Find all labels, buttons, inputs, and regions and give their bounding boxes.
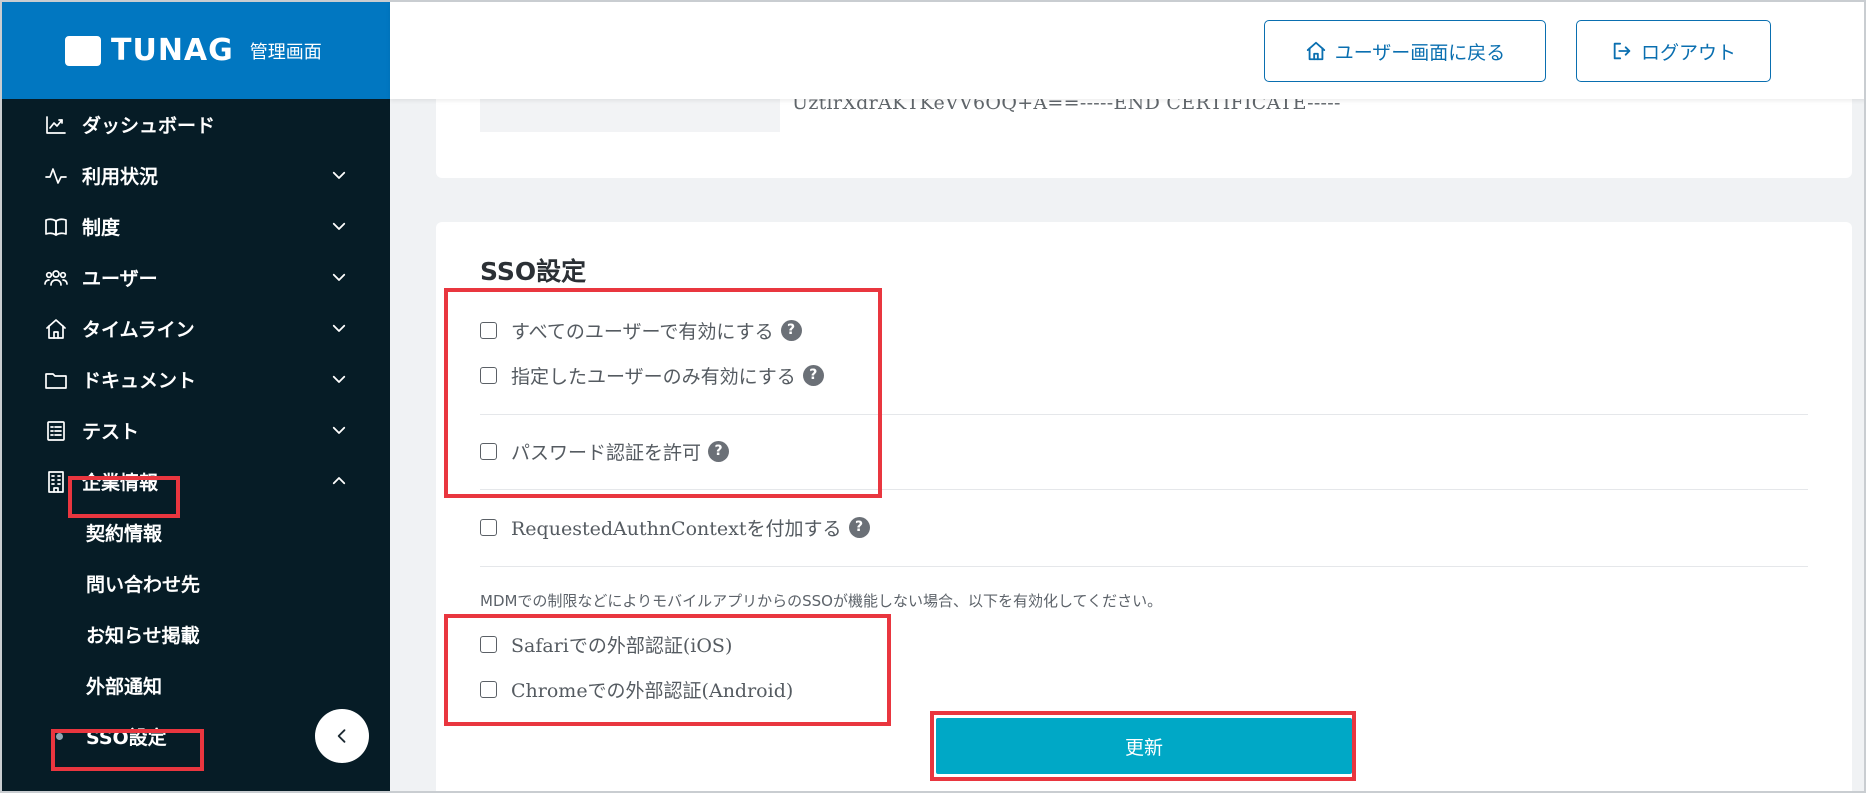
folder-icon [44, 368, 68, 392]
sidebar-item-label: 利用状況 [82, 166, 159, 188]
back-to-user-screen-button[interactable]: ユーザー画面に戻る [1264, 20, 1546, 82]
help-icon[interactable]: ? [848, 516, 870, 538]
home-icon [1306, 41, 1325, 61]
chevron-left-icon [337, 729, 346, 743]
chevron-down-icon[interactable] [330, 166, 348, 184]
book-icon [44, 215, 68, 239]
sidebar-item-company-info[interactable]: 企業情報 [2, 456, 390, 507]
brand-name: TUNAG [111, 33, 234, 68]
sidebar-item-dashboard[interactable]: ダッシュボード [2, 99, 390, 150]
sidebar-item-documents[interactable]: ドキュメント [2, 354, 390, 405]
sidebar-item-label: 制度 [82, 217, 121, 239]
sidebar-subitem-label: 契約情報 [86, 523, 163, 545]
highlight-update-button [930, 711, 1356, 781]
sidebar-subitem-external-notice[interactable]: 外部通知 [2, 660, 390, 711]
certificate-label-cell [480, 99, 780, 132]
sidebar: TUNAG 管理画面 ダッシュボード 利用状況 制度 ユーザー タイムライン ド… [2, 2, 390, 791]
sidebar-subitem-label: お知らせ掲載 [86, 625, 200, 647]
divider [480, 566, 1808, 567]
home-icon [44, 317, 68, 341]
sidebar-subitem-contract[interactable]: 契約情報 [2, 507, 390, 558]
building-icon [44, 470, 68, 494]
pulse-icon [44, 164, 68, 188]
highlight-sso-options [444, 288, 882, 498]
brand-subtitle: 管理画面 [249, 41, 322, 63]
logout-button[interactable]: ログアウト [1576, 20, 1771, 82]
sidebar-nav: ダッシュボード 利用状況 制度 ユーザー タイムライン ドキュメント テスト 企… [2, 99, 390, 762]
sidebar-item-usage[interactable]: 利用状況 [2, 150, 390, 201]
app-frame: TUNAG 管理画面 ダッシュボード 利用状況 制度 ユーザー タイムライン ド… [0, 0, 1866, 793]
chevron-down-icon[interactable] [330, 268, 348, 286]
sidebar-item-users[interactable]: ユーザー [2, 252, 390, 303]
sidebar-item-label: ドキュメント [82, 370, 197, 392]
sidebar-item-timeline[interactable]: タイムライン [2, 303, 390, 354]
checkbox[interactable] [480, 518, 497, 536]
sidebar-subitem-announcement[interactable]: お知らせ掲載 [2, 609, 390, 660]
chart-icon [44, 113, 68, 137]
sidebar-subitem-label: 外部通知 [86, 676, 163, 698]
sidebar-item-label: ユーザー [82, 268, 158, 290]
checklist-icon [44, 419, 68, 443]
section-title: SSO設定 [480, 257, 587, 286]
sidebar-item-label: ダッシュボード [82, 115, 216, 137]
users-icon [44, 266, 68, 290]
top-header: ユーザー画面に戻る ログアウト [390, 2, 1864, 99]
sidebar-collapse-button[interactable] [315, 709, 369, 763]
highlight-sso-menu [51, 729, 204, 771]
sidebar-item-test[interactable]: テスト [2, 405, 390, 456]
chevron-down-icon[interactable] [330, 421, 348, 439]
checkbox-label: RequestedAuthnContextを付加する [511, 517, 842, 540]
chevron-down-icon[interactable] [330, 319, 348, 337]
sidebar-subitem-contact[interactable]: 問い合わせ先 [2, 558, 390, 609]
sidebar-item-label: タイムライン [82, 319, 195, 341]
mdm-note: MDMでの制限などによりモバイルアプリからのSSOが機能しない場合、以下を有効化… [480, 592, 1163, 610]
brand-header[interactable]: TUNAG 管理画面 [2, 2, 390, 99]
sidebar-item-label: テスト [82, 421, 140, 443]
logout-label: ログアウト [1640, 41, 1736, 64]
back-to-user-screen-label: ユーザー画面に戻る [1334, 41, 1506, 64]
sidebar-subitem-label: 問い合わせ先 [86, 574, 201, 596]
chevron-down-icon[interactable] [330, 370, 348, 388]
option-requested-authn-context[interactable]: RequestedAuthnContextを付加する ? [480, 512, 870, 542]
sidebar-item-system[interactable]: 制度 [2, 201, 390, 252]
chevron-down-icon[interactable] [330, 217, 348, 235]
chevron-up-icon[interactable] [330, 472, 348, 490]
highlight-company-info [68, 476, 180, 518]
tunag-logo-icon [65, 35, 101, 66]
logout-icon [1613, 42, 1631, 60]
highlight-mobile-options [444, 614, 891, 726]
